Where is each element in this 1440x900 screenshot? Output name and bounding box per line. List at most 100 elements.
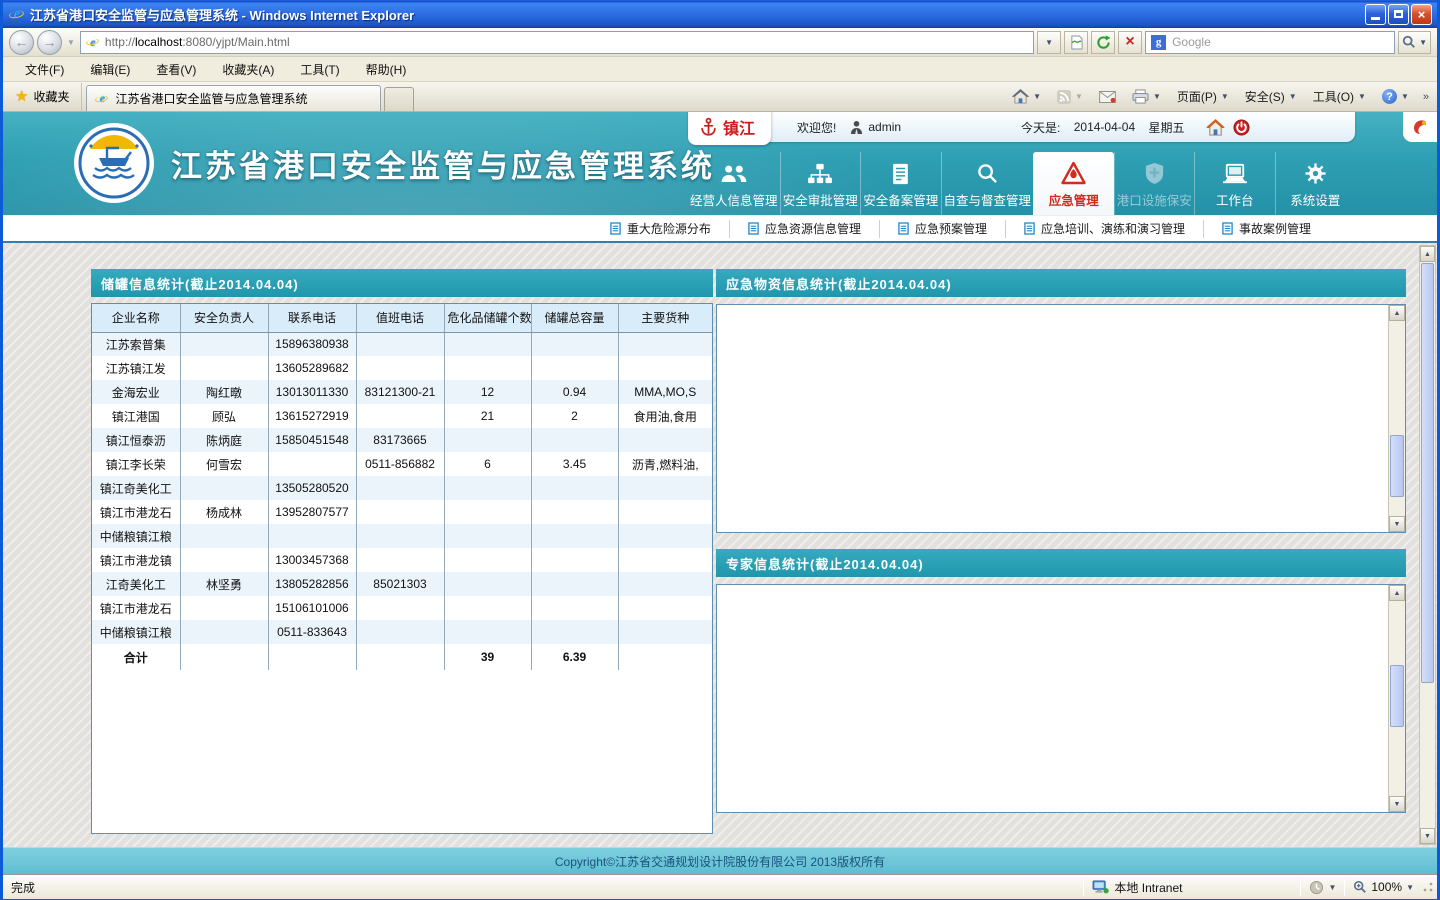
compatibility-view-button[interactable]	[1064, 31, 1088, 54]
nav-safety-record[interactable]: 安全备案管理	[860, 152, 941, 215]
orgchart-icon	[807, 159, 833, 185]
port-logo	[73, 122, 155, 204]
cell	[618, 572, 712, 596]
home-button[interactable]: ▼	[1006, 87, 1047, 106]
cell: 21	[444, 404, 531, 428]
column-header: 联系电话	[268, 304, 356, 332]
tank-row: 江苏镇江发13605289682	[92, 356, 712, 380]
close-button[interactable]: ×	[1411, 4, 1432, 25]
cell	[618, 428, 712, 452]
menu-tools[interactable]: 工具(T)	[288, 58, 351, 81]
cell	[444, 548, 531, 572]
help-button[interactable]: ?▼	[1376, 87, 1415, 106]
address-bar: ← → ▼ e http://localhost:8080/yjpt/Main.…	[3, 28, 1437, 57]
page-menu-button[interactable]: 页面(P)▼	[1171, 86, 1235, 107]
forward-button[interactable]: →	[37, 30, 62, 55]
new-tab-stub[interactable]	[384, 87, 414, 111]
cell: 镇江市港龙石	[92, 596, 180, 620]
user-info: admin	[850, 120, 901, 135]
cell	[180, 620, 268, 644]
address-dropdown-button[interactable]: ▼	[1037, 31, 1061, 54]
cell	[444, 428, 531, 452]
cell: 13805282856	[268, 572, 356, 596]
cell: 0511-856882	[356, 452, 444, 476]
document-icon	[891, 159, 910, 185]
cell	[356, 620, 444, 644]
tank-stats-panel: 储罐信息统计(截止2014.04.04) 企业名称安全负责人联系电话值班电话危化…	[91, 269, 713, 834]
subnav-accident-cases[interactable]: 事故案例管理	[1203, 220, 1329, 238]
subnav-emergency-plan[interactable]: 应急预案管理	[879, 220, 1005, 238]
main-nav: 经营人信息管理 安全审批管理 安全备案管理 自查与督查管理	[688, 152, 1355, 215]
favorites-button[interactable]: ★ 收藏夹	[7, 83, 82, 111]
subnav-major-hazard[interactable]: 重大危险源分布	[592, 220, 729, 238]
feeds-button[interactable]: ▼	[1051, 88, 1089, 106]
subnav-training-drills[interactable]: 应急培训、演练和演习管理	[1005, 220, 1203, 238]
history-dropdown-icon[interactable]: ▼	[67, 38, 75, 47]
scroll-down-icon: ▼	[1389, 796, 1405, 812]
nav-emergency-management[interactable]: 应急管理	[1033, 152, 1114, 215]
experts-scrollbar[interactable]: ▲ ▼	[1388, 585, 1405, 812]
cell: 85021303	[356, 572, 444, 596]
column-header: 安全负责人	[180, 304, 268, 332]
sub-nav: 重大危险源分布 应急资源信息管理 应急预案管理 应急培训、演练和演习管理 事故案…	[3, 215, 1437, 243]
home-shortcut-button[interactable]	[1206, 119, 1225, 136]
nav-workbench[interactable]: 工作台	[1194, 152, 1275, 215]
overflow-chevron-icon[interactable]: »	[1419, 91, 1433, 103]
cell: 0511-833643	[268, 620, 356, 644]
refresh-button[interactable]	[1091, 31, 1115, 54]
cell	[180, 356, 268, 380]
logout-button[interactable]	[1233, 119, 1250, 136]
nav-self-inspection[interactable]: 自查与督查管理	[941, 152, 1034, 215]
cell: 2	[531, 404, 618, 428]
read-mail-button[interactable]	[1093, 89, 1122, 105]
cell: 3.45	[531, 452, 618, 476]
print-button[interactable]: ▼	[1126, 87, 1167, 106]
menu-edit[interactable]: 编辑(E)	[78, 58, 142, 81]
search-button[interactable]: ▼	[1398, 31, 1431, 54]
nav-system-settings[interactable]: 系统设置	[1275, 152, 1356, 215]
cell: 林坚勇	[180, 572, 268, 596]
menu-favorites[interactable]: 收藏夹(A)	[210, 58, 286, 81]
cell: 13013011330	[268, 380, 356, 404]
cell: 13003457368	[268, 548, 356, 572]
scroll-up-icon: ▲	[1420, 246, 1435, 262]
zoom-control[interactable]: 100% ▼	[1353, 880, 1418, 894]
search-placeholder: Google	[1172, 35, 1211, 49]
maximize-button[interactable]	[1388, 4, 1409, 25]
column-header: 危化品储罐个数	[444, 304, 531, 332]
subnav-emergency-resources[interactable]: 应急资源信息管理	[729, 220, 879, 238]
doc-icon	[1222, 222, 1233, 235]
printer-icon	[1132, 89, 1149, 104]
magnifier-icon	[976, 159, 999, 185]
search-input[interactable]: g Google	[1145, 31, 1395, 54]
materials-scrollbar[interactable]: ▲ ▼	[1388, 305, 1405, 532]
back-button[interactable]: ←	[9, 30, 34, 55]
theme-switch-button[interactable]	[1403, 112, 1437, 142]
tools-menu-button[interactable]: 工具(O)▼	[1307, 86, 1372, 107]
menu-view[interactable]: 查看(V)	[144, 58, 208, 81]
cell: 中储粮镇江粮	[92, 620, 180, 644]
nav-safety-approval[interactable]: 安全审批管理	[780, 152, 861, 215]
cell: 食用油,食用	[618, 404, 712, 428]
tank-row: 镇江市港龙石15106101006	[92, 596, 712, 620]
cell: 15896380938	[268, 332, 356, 356]
cell	[180, 524, 268, 548]
username: admin	[868, 120, 901, 134]
copyright-text: Copyright©江苏省交通规划设计院股份有限公司 2013版权所有	[555, 853, 885, 870]
protected-mode-button[interactable]: ▼	[1309, 880, 1336, 895]
menu-help[interactable]: 帮助(H)	[354, 58, 419, 81]
page-scrollbar[interactable]: ▲ ▼	[1419, 245, 1436, 845]
address-input[interactable]: e http://localhost:8080/yjpt/Main.html	[80, 31, 1034, 54]
cell: 何雪宏	[180, 452, 268, 476]
tank-table: 企业名称安全负责人联系电话值班电话危化品储罐个数储罐总容量主要货种 江苏索普集1…	[92, 304, 712, 670]
browser-tab[interactable]: e 江苏省港口安全监管与应急管理系统	[86, 85, 381, 111]
nav-operator-info[interactable]: 经营人信息管理	[688, 152, 780, 215]
nav-port-facility-security[interactable]: 港口设施保安	[1114, 152, 1195, 215]
minimize-button[interactable]	[1365, 4, 1386, 25]
stop-button[interactable]: ×	[1118, 31, 1142, 54]
menu-file[interactable]: 文件(F)	[13, 58, 76, 81]
cell	[356, 500, 444, 524]
tank-panel-title: 储罐信息统计(截止2014.04.04)	[91, 269, 713, 297]
safety-menu-button[interactable]: 安全(S)▼	[1239, 86, 1303, 107]
tab-ie-icon: e	[95, 92, 109, 106]
